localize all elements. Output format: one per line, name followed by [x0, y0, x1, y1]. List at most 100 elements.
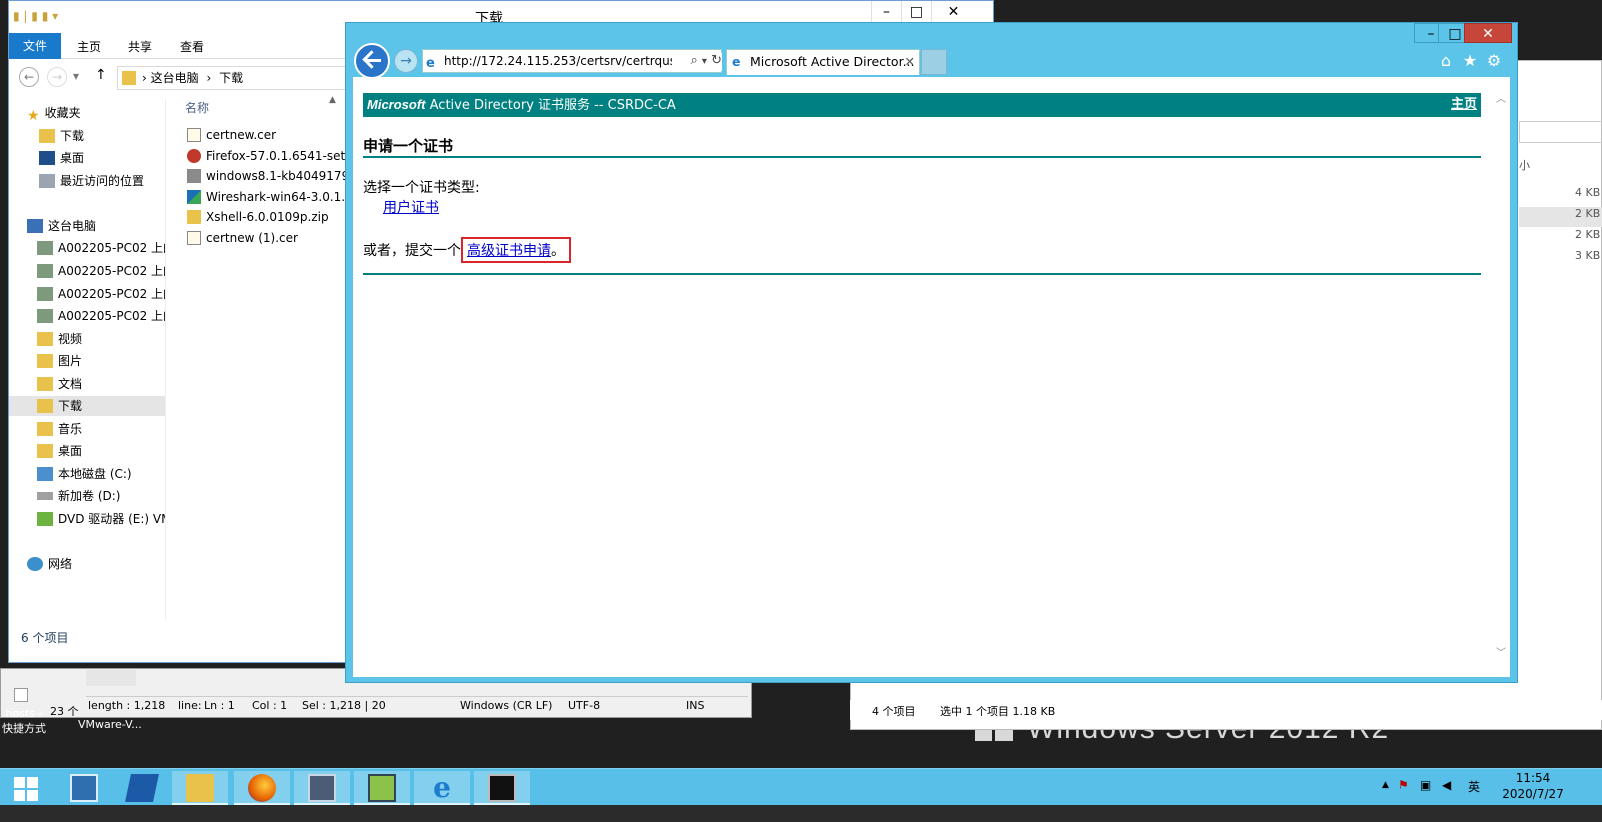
status-length: length : 1,218 — [88, 699, 166, 712]
home-link[interactable]: 主页 — [1451, 93, 1477, 117]
taskbar-server-manager[interactable] — [56, 771, 112, 805]
editor-scroll-thumb[interactable] — [86, 670, 136, 686]
breadcrumb-downloads[interactable]: 下载 — [219, 71, 243, 85]
file-row[interactable]: Xshell-6.0.0109p.zip — [187, 207, 329, 227]
tab-share[interactable]: 共享 — [114, 36, 166, 58]
user-certificate-link[interactable]: 用户证书 — [383, 197, 439, 217]
nav-item[interactable]: 本地磁盘 (C:) — [9, 464, 165, 484]
file-explorer-icon — [186, 774, 214, 802]
explorer2-selection-info: 选中 1 个项目 1.18 KB — [940, 705, 1056, 718]
file-size: 3 KB — [1575, 249, 1601, 262]
taskbar-ie[interactable]: e — [414, 771, 470, 805]
nav-item[interactable]: DVD 驱动器 (E:) VM — [9, 509, 165, 529]
ie-new-tab-button[interactable] — [921, 49, 947, 75]
taskbar-powershell[interactable] — [114, 771, 170, 805]
network-drive-icon — [37, 309, 53, 323]
start-button[interactable] — [0, 771, 56, 805]
firefox-icon — [248, 774, 276, 802]
tray-volume-icon[interactable]: ◀ — [1442, 778, 1451, 792]
up-arrow-icon[interactable]: ↑ — [95, 67, 107, 83]
ie-tab-active[interactable]: e Microsoft Active Director... ✕ — [726, 49, 920, 75]
tab-file[interactable]: 文件 — [9, 33, 62, 59]
desktop-icon-hosts[interactable]: hosts - 快捷方式 — [0, 688, 76, 736]
nav-item[interactable]: 文档 — [9, 374, 165, 394]
tray-network-icon[interactable]: ▣ — [1420, 778, 1431, 792]
gear-icon[interactable]: ⚙ — [1484, 51, 1504, 71]
file-row[interactable]: windows8.1-kb4049179-x — [187, 166, 361, 186]
nav-item[interactable]: A002205-PC02 上的 — [9, 238, 165, 258]
desktop-icon — [39, 151, 55, 165]
breadcrumb-this-pc[interactable]: 这台电脑 — [151, 71, 199, 85]
nav-item[interactable]: 下载 — [9, 126, 165, 146]
highlight-box: 高级证书申请。 — [461, 237, 571, 263]
taskbar-clock[interactable]: 11:54 2020/7/27 — [1478, 770, 1588, 802]
taskbar-vmware[interactable] — [294, 771, 350, 805]
certsrv-header-title: Active Directory 证书服务 -- CSRDC-CA — [429, 98, 676, 113]
tab-close-icon[interactable]: ✕ — [905, 50, 915, 74]
nav-item[interactable]: 最近访问的位置 — [9, 171, 165, 191]
taskbar-file-explorer[interactable] — [172, 771, 228, 805]
tab-home[interactable]: 主页 — [63, 36, 115, 58]
ie-window[interactable]: – □ ✕ → e http://172.24.115.253/certsrv/c… — [345, 22, 1518, 683]
forward-arrow-icon[interactable]: → — [47, 67, 67, 87]
ie-vertical-scrollbar[interactable]: ︿ ﹀ — [1492, 85, 1510, 677]
ie-page-content: Microsoft Active Directory 证书服务 -- CSRDC… — [353, 77, 1510, 677]
ie-back-icon[interactable] — [354, 43, 390, 79]
explorer-nav-pane: ★ 收藏夹 下载 桌面 最近访问的位置 这台电脑 A002205-PC02 上的 … — [9, 99, 165, 619]
nav-item-selected[interactable]: 下载 — [9, 396, 165, 416]
firefox-installer-icon — [187, 149, 201, 163]
back-arrow-icon[interactable]: ← — [19, 67, 39, 87]
advanced-request-line: 或者，提交一个 高级证书申请。 — [363, 237, 571, 263]
nav-item[interactable]: A002205-PC02 上的 — [9, 284, 165, 304]
status-col: Col : 1 — [252, 699, 288, 712]
minimize-button[interactable]: – — [871, 1, 901, 23]
ie-page-icon: e — [426, 56, 435, 71]
desktop-icon-vmware[interactable]: VMware-V... — [78, 718, 142, 731]
ie-forward-icon[interactable]: → — [394, 49, 418, 73]
nav-favorites[interactable]: ★ 收藏夹 — [9, 103, 165, 123]
favorites-star-icon[interactable]: ★ — [1460, 51, 1480, 71]
nav-item[interactable]: A002205-PC02 上的 — [9, 261, 165, 281]
close-button[interactable]: ✕ — [931, 1, 975, 23]
explorer2-size-column: 小 — [1519, 159, 1530, 172]
file-row[interactable]: certnew (1).cer — [187, 228, 298, 248]
taskbar-notepad-plus[interactable] — [354, 771, 410, 805]
nav-this-pc[interactable]: 这台电脑 — [9, 216, 165, 236]
nav-item[interactable]: 桌面 — [9, 148, 165, 168]
scroll-down-icon[interactable]: ﹀ — [1494, 647, 1508, 661]
file-row[interactable]: certnew.cer — [187, 125, 276, 145]
nav-item[interactable]: A002205-PC02 上的 — [9, 306, 165, 326]
quick-access-toolbar[interactable]: ▮ | ▮ ▮ ▾ — [13, 9, 73, 25]
tray-expand-icon[interactable]: ▲ — [1382, 780, 1389, 790]
search-icon[interactable]: ⌕ — [691, 53, 698, 68]
file-row[interactable]: Firefox-57.0.1.6541-setup — [187, 146, 360, 166]
column-header-name[interactable]: 名称 — [185, 99, 209, 116]
file-row[interactable]: Wireshark-win64-3.0.1.ex — [187, 187, 359, 207]
taskbar-cmd[interactable] — [474, 771, 530, 805]
ie-close-button[interactable]: ✕ — [1464, 23, 1512, 43]
ie-toolbar: – □ ✕ → e http://172.24.115.253/certsrv/c… — [346, 23, 1517, 79]
nav-item[interactable]: 音乐 — [9, 419, 165, 439]
maximize-button[interactable]: □ — [901, 1, 931, 23]
nav-item[interactable]: 图片 — [9, 351, 165, 371]
advanced-certificate-request-link[interactable]: 高级证书申请 — [467, 243, 551, 259]
nav-network[interactable]: 网络 — [9, 554, 165, 574]
update-package-icon — [187, 169, 201, 183]
refresh-icon[interactable]: ↻ — [711, 53, 722, 68]
file-size: 4 KB — [1575, 186, 1601, 199]
clock-time: 11:54 — [1515, 771, 1551, 785]
taskbar-firefox[interactable] — [234, 771, 290, 805]
chevron-down-icon[interactable]: ▾ — [73, 69, 79, 83]
pictures-folder-icon — [37, 354, 53, 368]
home-icon[interactable]: ⌂ — [1436, 51, 1456, 71]
tab-view[interactable]: 查看 — [166, 36, 218, 58]
dvd-drive-icon — [37, 512, 53, 526]
star-icon: ★ — [27, 108, 40, 123]
nav-item[interactable]: 新加卷 (D:) — [9, 486, 165, 506]
nav-item[interactable]: 视频 — [9, 329, 165, 349]
explorer2-search[interactable] — [1519, 121, 1602, 143]
scroll-up-icon[interactable]: ︿ — [1494, 93, 1508, 107]
tray-flag-icon[interactable]: ⚑ — [1398, 778, 1409, 792]
chevron-down-icon[interactable]: ▾ — [702, 56, 707, 67]
nav-item[interactable]: 桌面 — [9, 441, 165, 461]
